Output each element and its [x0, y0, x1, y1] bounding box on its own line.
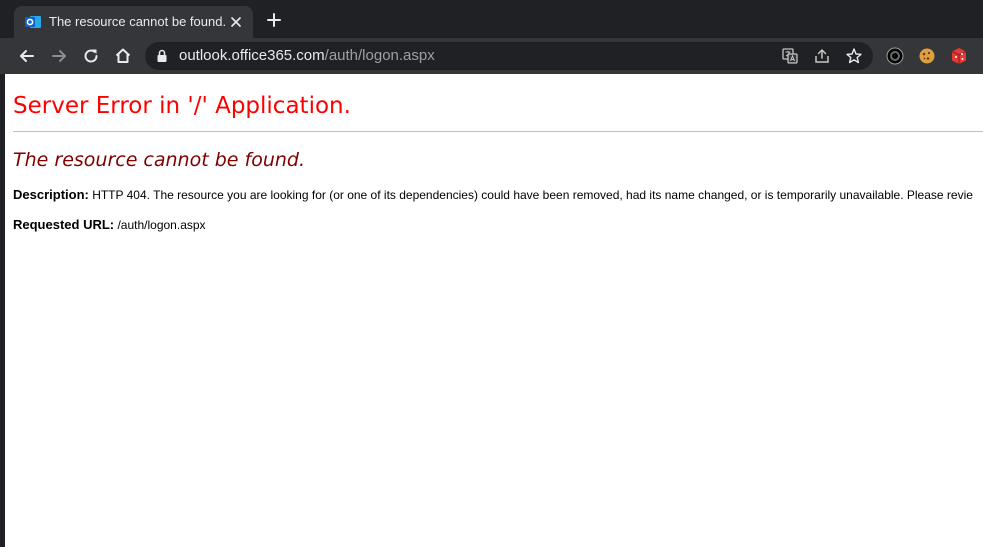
forward-icon[interactable] [49, 46, 69, 66]
back-icon[interactable] [17, 46, 37, 66]
red-cube-extension-icon[interactable] [949, 46, 969, 66]
browser-toolbar: outlook.office365.com/auth/logon.aspx [0, 38, 983, 74]
error-subtitle: The resource cannot be found. [13, 149, 306, 171]
lock-icon[interactable] [155, 49, 169, 63]
description-line: Description: HTTP 404. The resource you … [13, 187, 973, 203]
new-tab-plus-icon[interactable] [265, 11, 283, 29]
page-content: Server Error in '/' Application. The res… [5, 74, 983, 547]
address-bar[interactable]: outlook.office365.com/auth/logon.aspx [145, 42, 873, 70]
description-label: Description: [13, 187, 89, 202]
url-text[interactable]: outlook.office365.com/auth/logon.aspx [179, 48, 435, 64]
description-text: HTTP 404. The resource you are looking f… [92, 188, 973, 202]
reload-icon[interactable] [81, 46, 101, 66]
url-path: /auth/logon.aspx [324, 47, 435, 64]
requested-url-value: /auth/logon.aspx [117, 218, 206, 232]
divider [13, 131, 983, 132]
page-title: Server Error in '/' Application. [13, 93, 351, 119]
url-host: outlook.office365.com [179, 47, 325, 64]
share-icon[interactable] [813, 47, 831, 65]
close-icon[interactable] [228, 14, 244, 30]
tab-strip: The resource cannot be found. [0, 0, 983, 38]
cookie-extension-icon[interactable] [917, 46, 937, 66]
home-icon[interactable] [113, 46, 133, 66]
requested-url-label: Requested URL: [13, 217, 115, 232]
outlook-icon [25, 16, 41, 28]
tab-title: The resource cannot be found. [49, 14, 227, 29]
bookmark-star-icon[interactable] [845, 47, 863, 65]
requested-url-line: Requested URL: /auth/logon.aspx [13, 217, 206, 233]
translate-icon[interactable] [781, 47, 799, 65]
browser-tab[interactable]: The resource cannot be found. [14, 6, 253, 38]
dark-circle-extension-icon[interactable] [885, 46, 905, 66]
